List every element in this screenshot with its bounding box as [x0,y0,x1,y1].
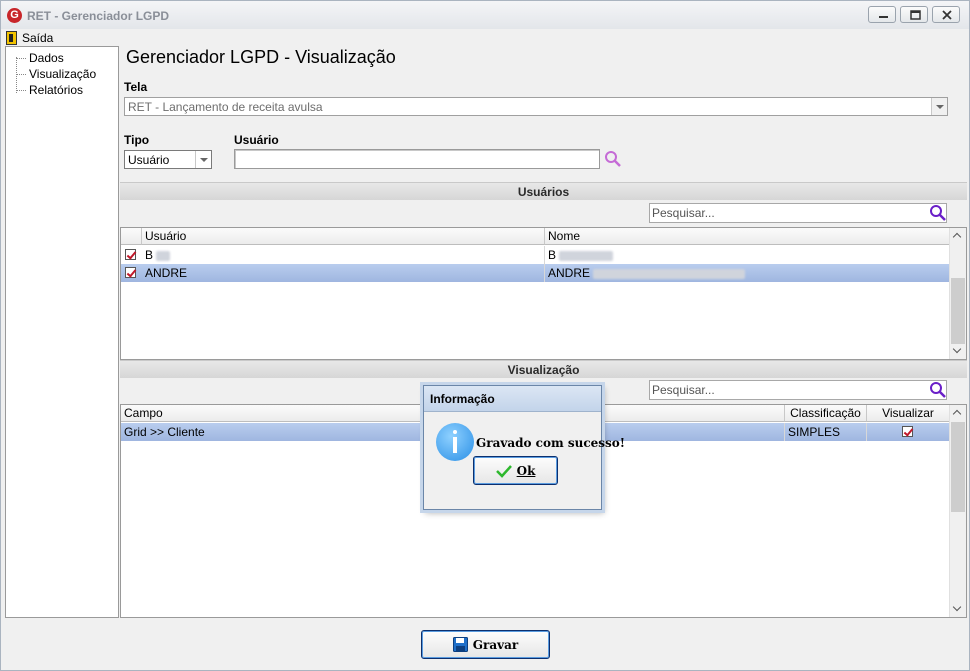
close-button[interactable] [932,6,960,23]
chevron-down-icon [195,151,211,168]
checkmark-icon [495,464,512,478]
user-cell-nome: ANDRE [545,264,950,282]
user-nome-text: ANDRE [548,266,591,280]
redacted-text [593,268,746,279]
minimize-icon [879,16,888,18]
save-button[interactable]: Gravar [421,630,550,659]
chevron-down-icon [931,98,947,115]
user-usuario-text: B [145,248,154,262]
minimize-button[interactable] [868,6,896,23]
main-panel: Gerenciador LGPD - Visualização Tela RET… [120,46,967,618]
window-title: RET - Gerenciador LGPD [27,9,170,23]
dialog-title: Informação [424,386,601,412]
close-icon [942,10,952,20]
user-cell-usuario: B [142,246,545,264]
tipo-select-value: Usuário [128,153,170,167]
usuario-label: Usuário [234,133,279,147]
view-section-header: Visualização [120,360,967,378]
users-grid-scrollbar[interactable] [949,228,966,359]
users-search-input[interactable]: Pesquisar... [649,203,947,223]
ok-button-label: Ok [516,463,536,478]
app-window: G RET - Gerenciador LGPD Saída Dados Vis… [0,0,970,671]
sidebar-item-visualizacao[interactable]: Visualização [16,67,96,81]
restore-icon [910,10,921,20]
user-usuario-text: ANDRE [145,266,188,280]
view-grid-header-classificacao[interactable]: Classificação [785,405,867,422]
view-cell-visualizar [867,423,950,441]
sidebar-item-dados[interactable]: Dados [16,51,64,65]
dialog-message: Gravado com sucesso! [476,436,626,450]
menu-exit-label: Saída [22,30,54,45]
tela-label: Tela [124,80,148,94]
sidebar-tree: Dados Visualização Relatórios [5,46,119,618]
table-row[interactable]: ANDRE ANDRE [121,264,950,282]
scroll-down-icon[interactable] [950,601,966,617]
view-grid-header-visualizar[interactable]: Visualizar [867,405,950,422]
search-usuario-icon[interactable] [604,150,622,168]
table-row[interactable]: B B [121,246,950,264]
floppy-disk-icon [452,637,468,652]
tipo-label: Tipo [124,133,150,147]
scroll-up-icon[interactable] [950,405,966,421]
view-search-placeholder: Pesquisar... [652,383,715,397]
scroll-down-icon[interactable] [950,343,966,359]
tipo-select[interactable]: Usuário [124,150,212,169]
title-bar: G RET - Gerenciador LGPD [1,1,969,29]
app-logo-icon: G [7,8,22,23]
view-search-input[interactable]: Pesquisar... [649,380,947,400]
scroll-thumb[interactable] [951,422,965,512]
redacted-text [156,250,171,261]
user-cell-usuario: ANDRE [142,264,545,282]
info-dialog: Informação Gravado com sucesso! Ok [423,385,625,510]
user-cell-nome: B [545,246,950,264]
scroll-up-icon[interactable] [950,228,966,244]
page-title: Gerenciador LGPD - Visualização [126,47,396,67]
sidebar-item-relatorios[interactable]: Relatórios [16,83,83,97]
view-grid-scrollbar[interactable] [949,405,966,617]
users-search-placeholder: Pesquisar... [652,206,715,220]
tela-select[interactable]: RET - Lançamento de receita avulsa [124,97,948,116]
users-grid-header-usuario[interactable]: Usuário [142,228,545,245]
visualizar-checkbox[interactable] [902,426,913,437]
usuario-input[interactable] [234,149,600,169]
row-checkbox[interactable] [125,267,136,278]
redacted-text [559,250,614,261]
menu-bar: Saída [1,29,969,46]
menu-exit[interactable]: Saída [6,29,53,46]
users-section-header: Usuários [120,182,967,200]
users-grid-header-nome[interactable]: Nome [545,228,950,245]
user-nome-text: B [548,248,557,262]
exit-door-icon [6,30,17,45]
info-icon [436,423,474,461]
users-search-icon[interactable] [929,204,947,222]
scroll-thumb[interactable] [951,278,965,344]
view-search-icon[interactable] [929,381,947,399]
save-button-label: Gravar [472,637,519,652]
restore-button[interactable] [900,6,928,23]
row-checkbox[interactable] [125,249,136,260]
tela-select-value: RET - Lançamento de receita avulsa [128,100,323,114]
users-grid: Usuário Nome B B ANDRE ANDRE [120,227,967,360]
view-cell-classificacao: SIMPLES [785,423,867,441]
users-grid-check-header [121,228,142,245]
ok-button[interactable]: Ok [473,456,558,485]
